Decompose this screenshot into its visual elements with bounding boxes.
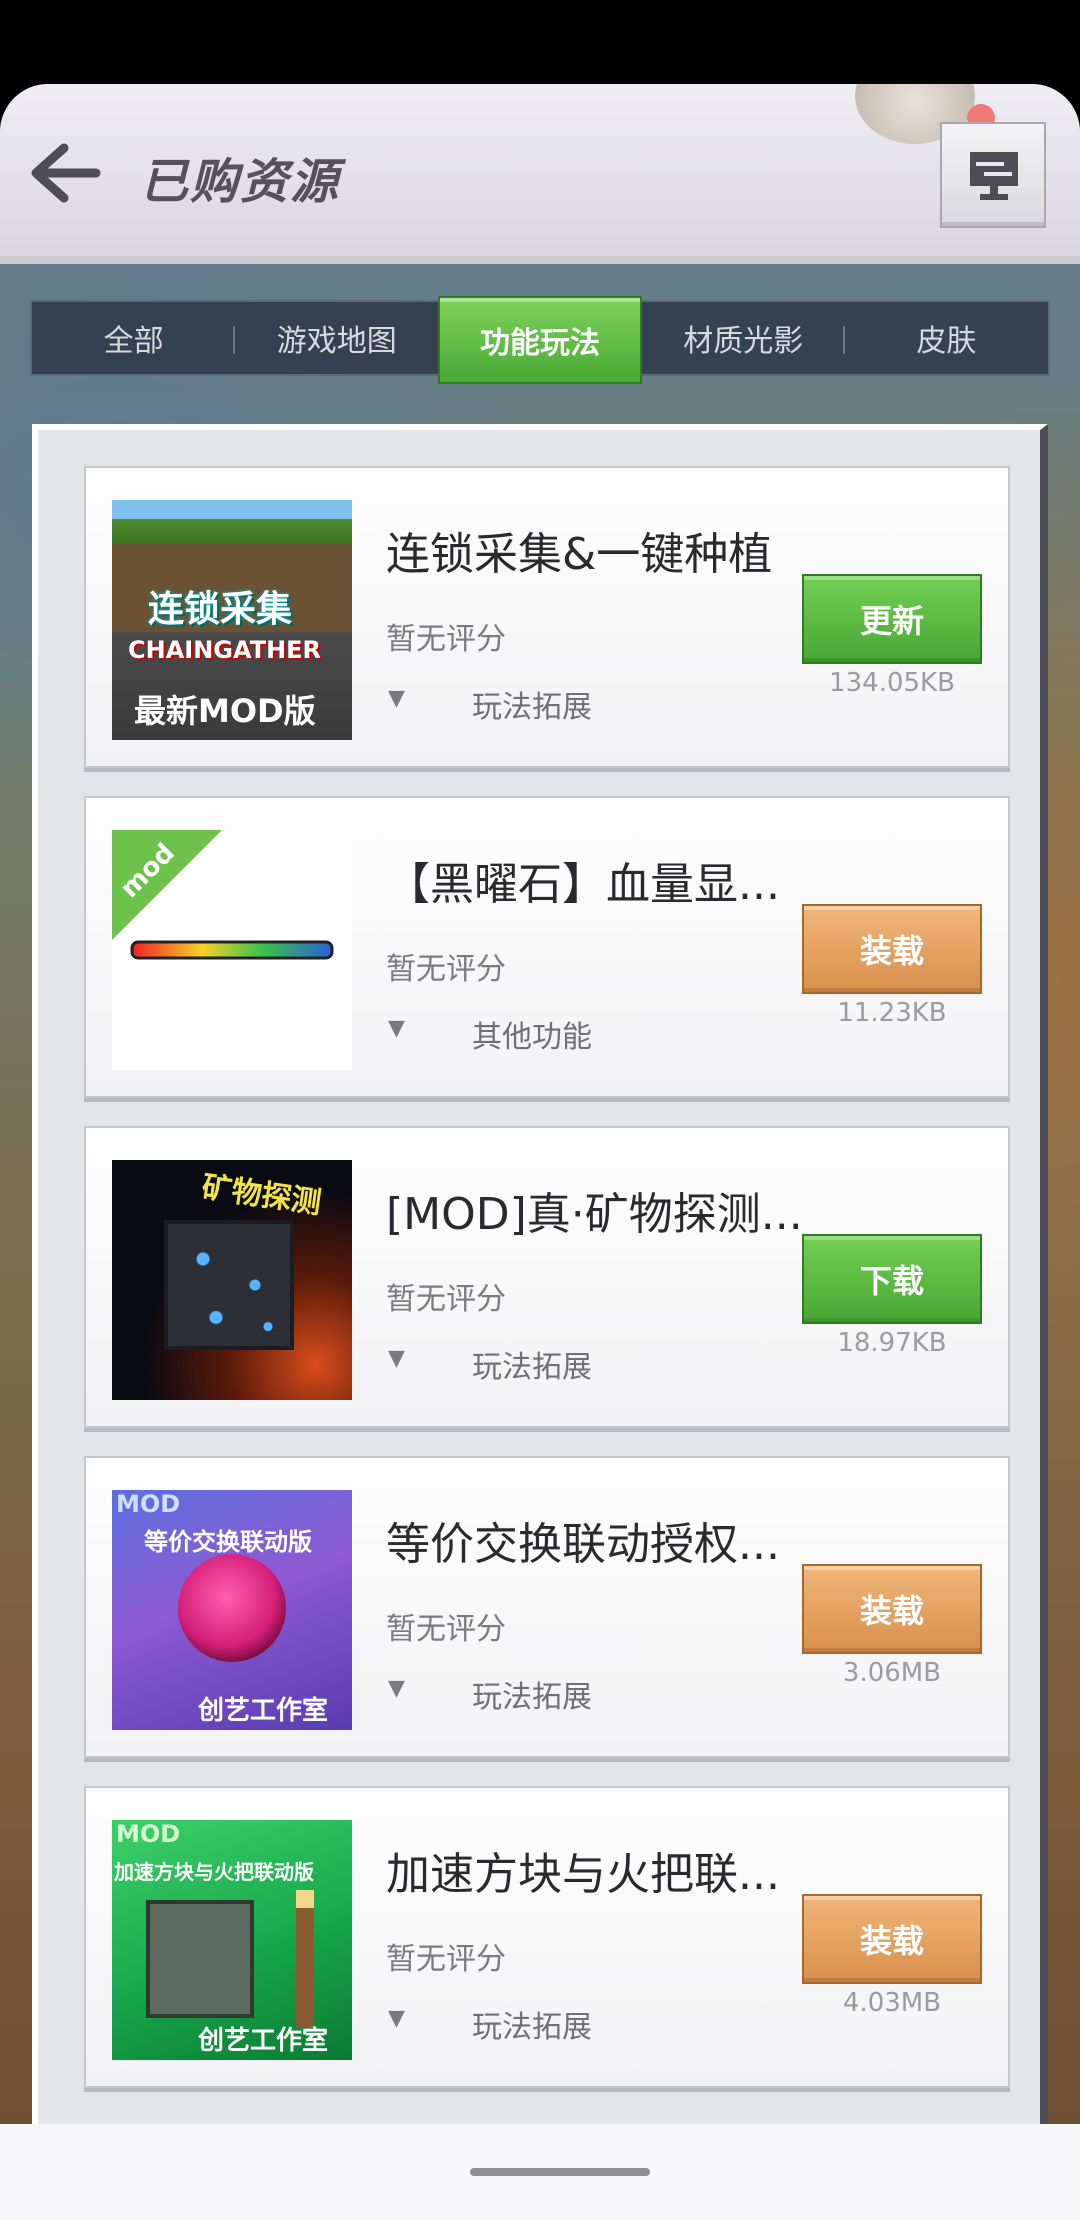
file-size: 18.97KB [837,1328,947,1358]
resource-thumbnail: mod [112,830,352,1070]
file-size: 3.06MB [842,1658,942,1688]
thumbnail-title: 等价交换联动版 [144,1528,312,1556]
menu-button[interactable] [940,122,1046,228]
category-label: 玩法拓展 [472,1680,592,1715]
download-count-icon: ▼ [388,1346,405,1371]
arrow-left-icon [31,143,101,203]
list-item[interactable]: MOD 等价交换联动版 创艺工作室 等价交换联动授权... 暂无评分 ▼ 玩法拓… [84,1456,1010,1758]
torch-graphic [296,1890,314,2028]
list-item[interactable]: mod 【黑曜石】血量显... 暂无评分 ▼ 其他功能 装载 11.23KB [84,796,1010,1098]
thumbnail-caption: 最新MOD版 [134,692,316,730]
resource-thumbnail: 连锁采集 CHAINGATHER 最新MOD版 [112,500,352,740]
list-item[interactable]: 矿物探测 [MOD]真·矿物探测... 暂无评分 ▼ 玩法拓展 下载 18.97… [84,1126,1010,1428]
header-divider [0,256,1080,264]
resource-title: [MOD]真·矿物探测... [386,1189,803,1240]
download-count-icon: ▼ [388,1016,405,1041]
header: 已购资源 [0,84,1080,256]
resource-title: 加速方块与火把联... [386,1849,780,1900]
category-label: 玩法拓展 [472,1350,592,1385]
download-count-icon: ▼ [388,2006,405,2031]
list-item[interactable]: MOD 加速方块与火把联动版 创艺工作室 加速方块与火把联... 暂无评分 ▼ … [84,1786,1010,2088]
update-button[interactable]: 更新 [802,574,982,664]
category-tabs: 全部 游戏地图 功能玩法 材质光影 皮肤 [30,296,1050,384]
tab-skins[interactable]: 皮肤 [845,302,1048,374]
page-title: 已购资源 [140,154,341,210]
accelerator-block-graphic [146,1900,254,2018]
download-count-icon: ▼ [388,1676,405,1701]
rating-text: 暂无评分 [386,1942,506,1977]
category-label: 其他功能 [472,1020,592,1055]
rating-text: 暂无评分 [386,1612,506,1647]
category-label: 玩法拓展 [472,2010,592,2045]
thumbnail-title: 加速方块与火把联动版 [114,1860,314,1884]
status-bar [0,0,1080,84]
orb-graphic [178,1554,286,1662]
resource-title: 连锁采集&一键种植 [386,529,773,580]
system-nav-bar [0,2124,1080,2220]
monitor-settings-icon [970,152,1018,200]
resource-thumbnail: 矿物探测 [112,1160,352,1400]
file-size: 134.05KB [829,668,955,698]
thumbnail-caption: 创艺工作室 [198,2026,329,2056]
resource-title: 等价交换联动授权... [386,1519,780,1570]
thumbnail-title: 连锁采集 [148,589,293,630]
resource-title: 【黑曜石】血量显... [386,859,780,910]
file-size: 4.03MB [842,1988,942,2018]
tab-all[interactable]: 全部 [32,302,236,374]
thumbnail-subtitle: CHAINGATHER [128,636,322,664]
download-count-icon: ▼ [388,686,405,711]
tab-textures[interactable]: 材质光影 [642,302,846,374]
load-button[interactable]: 装载 [802,1894,982,1984]
resource-thumbnail: MOD 加速方块与火把联动版 创艺工作室 [112,1820,352,2060]
resource-list: 连锁采集 CHAINGATHER 最新MOD版 连锁采集&一键种植 暂无评分 ▼… [32,424,1048,2220]
rating-text: 暂无评分 [386,1282,506,1317]
ore-block-graphic [164,1220,294,1350]
app-window: 已购资源 全部 游戏地图 功能玩法 材质光影 皮肤 连锁采集 CHAINGATH… [0,84,1080,2220]
download-button[interactable]: 下载 [802,1234,982,1324]
load-button[interactable]: 装载 [802,1564,982,1654]
rating-text: 暂无评分 [386,622,506,657]
resource-thumbnail: MOD 等价交换联动版 创艺工作室 [112,1490,352,1730]
back-button[interactable] [28,136,102,210]
file-size: 11.23KB [837,998,947,1028]
mod-badge: MOD [116,1820,181,1848]
rating-text: 暂无评分 [386,952,506,987]
category-label: 玩法拓展 [472,690,592,725]
home-gesture-handle[interactable] [470,2168,650,2176]
mod-badge: MOD [116,1490,181,1518]
tab-maps[interactable]: 游戏地图 [235,302,438,374]
load-button[interactable]: 装载 [802,904,982,994]
list-item[interactable]: 连锁采集 CHAINGATHER 最新MOD版 连锁采集&一键种植 暂无评分 ▼… [84,466,1010,768]
thumbnail-title: 矿物探测 [199,1169,324,1222]
thumbnail-caption: 创艺工作室 [198,1696,329,1726]
tab-gameplay[interactable]: 功能玩法 [438,296,642,384]
